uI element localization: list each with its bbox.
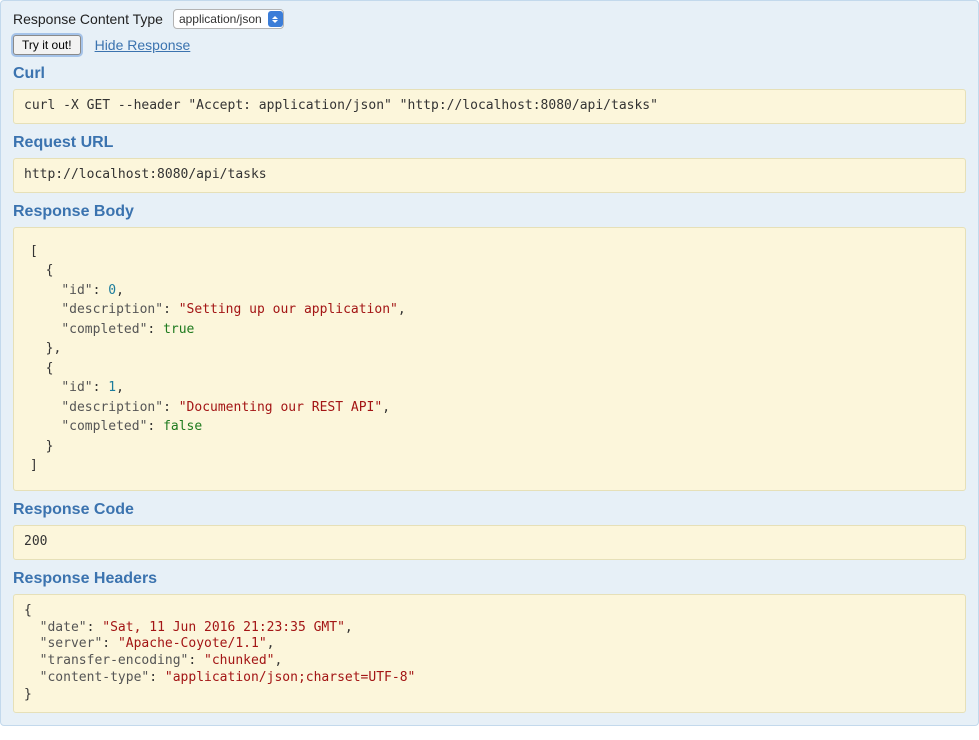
- request-url-box[interactable]: http://localhost:8080/api/tasks: [13, 158, 966, 193]
- hide-response-link[interactable]: Hide Response: [95, 37, 191, 53]
- response-headers-box[interactable]: { "date": "Sat, 11 Jun 2016 21:23:35 GMT…: [13, 594, 966, 713]
- response-body-heading: Response Body: [13, 203, 966, 221]
- try-it-out-button[interactable]: Try it out!: [13, 35, 81, 55]
- action-row: Try it out! Hide Response: [13, 35, 966, 55]
- content-type-row: Response Content Type application/json: [13, 9, 966, 29]
- select-arrows-icon: [268, 11, 283, 27]
- curl-heading: Curl: [13, 65, 966, 83]
- content-type-select[interactable]: application/json: [173, 9, 284, 29]
- request-url-heading: Request URL: [13, 134, 966, 152]
- response-code-heading: Response Code: [13, 501, 966, 519]
- api-response-panel: Response Content Type application/json T…: [0, 0, 979, 726]
- curl-box[interactable]: curl -X GET --header "Accept: applicatio…: [13, 89, 966, 124]
- content-type-value: application/json: [179, 12, 262, 26]
- response-body-box[interactable]: [ { "id": 0, "description": "Setting up …: [13, 227, 966, 491]
- response-headers-heading: Response Headers: [13, 570, 966, 588]
- response-code-box[interactable]: 200: [13, 525, 966, 560]
- content-type-label: Response Content Type: [13, 11, 163, 27]
